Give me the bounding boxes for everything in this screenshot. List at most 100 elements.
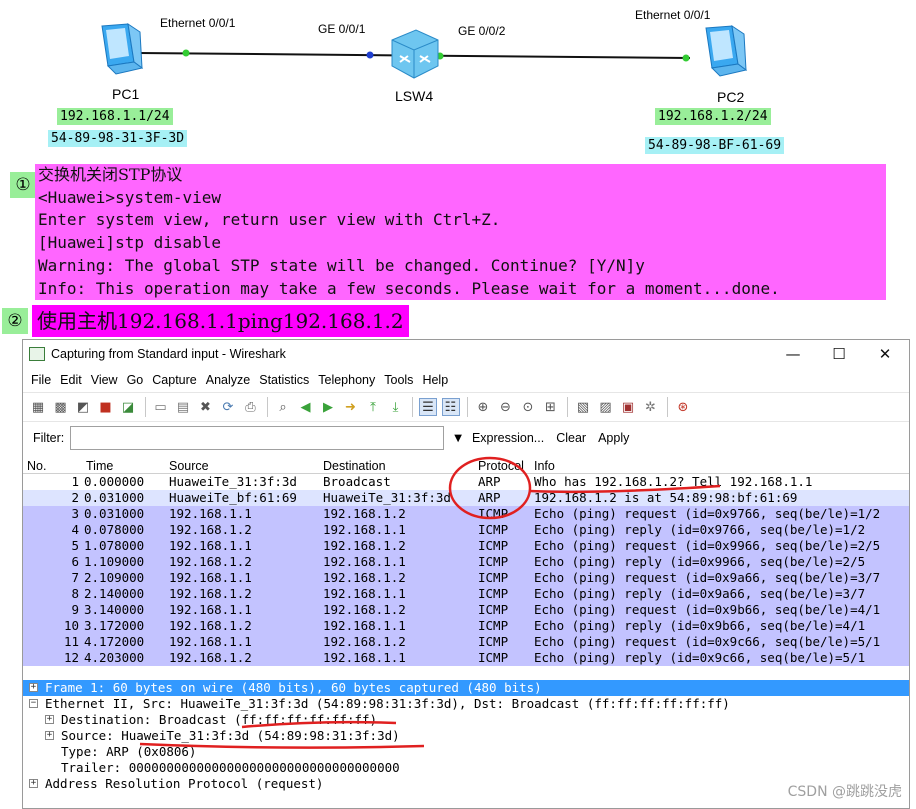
interfaces-icon[interactable]: ▦ (29, 398, 47, 416)
column-destination[interactable]: Destination (323, 459, 386, 473)
help-icon[interactable]: ⊛ (674, 398, 692, 416)
expand-icon[interactable]: + (45, 731, 54, 740)
packet-cell-time: 0.031000 (84, 506, 145, 521)
terminal-line: Info: This operation may take a few seco… (38, 278, 780, 298)
preferences-icon[interactable]: ✲ (642, 398, 660, 416)
maximize-button[interactable]: ☐ (817, 342, 861, 366)
capture-options-icon[interactable]: ▩ (52, 398, 70, 416)
packet-cell-info: Echo (ping) request (id=0x9966, seq(be/l… (534, 538, 881, 553)
packet-row[interactable]: 7 2.109000 192.168.1.1 192.168.1.2 ICMP Echo … (23, 570, 909, 586)
pc2-label: PC2 (717, 89, 745, 105)
packet-row[interactable]: 1 0.000000 HuaweiTe_31:3f:3d Broadcast ARP Wh… (23, 474, 909, 490)
detail-arp[interactable]: + Address Resolution Protocol (request) (23, 776, 909, 792)
packet-cell-source: HuaweiTe_bf:61:69 (169, 490, 297, 505)
menu-help[interactable]: Help (422, 373, 448, 387)
reload-icon[interactable]: ⟳ (219, 398, 237, 416)
column-no[interactable]: No. (27, 459, 46, 473)
pc1-label: PC1 (112, 86, 140, 102)
detail-trailer[interactable]: Trailer: 0000000000000000000000000000000… (23, 760, 909, 776)
packet-cell-source: 192.168.1.2 (169, 554, 252, 569)
chevron-down-icon[interactable]: ▼ (454, 433, 462, 444)
packet-cell-protocol: ICMP (478, 554, 509, 569)
detail-frame[interactable]: + Frame 1: 60 bytes on wire (480 bits), … (23, 680, 909, 696)
save-file-icon[interactable]: ▤ (174, 398, 192, 416)
pc-icon[interactable] (698, 24, 750, 86)
pc2-port-dot (682, 54, 690, 62)
expand-icon[interactable]: + (45, 715, 54, 724)
detail-ethernet[interactable]: − Ethernet II, Src: HuaweiTe_31:3f:3d (5… (23, 696, 909, 712)
packet-cell-no: 1 (71, 474, 79, 489)
packet-cell-protocol: ICMP (478, 506, 509, 521)
menu-go[interactable]: Go (127, 373, 144, 387)
detail-type[interactable]: Type: ARP (0x0806) (23, 744, 909, 760)
filter-input[interactable] (70, 426, 445, 450)
wireshark-app-icon (29, 347, 45, 361)
menu-file[interactable]: File (31, 373, 51, 387)
menu-tools[interactable]: Tools (384, 373, 413, 387)
zoom-in-icon[interactable]: ⊕ (474, 398, 492, 416)
print-icon[interactable]: ⎙ (242, 398, 260, 416)
packet-cell-destination: HuaweiTe_31:3f:3d (323, 490, 451, 505)
pc1-port-dot (182, 49, 190, 57)
packet-cell-destination: 192.168.1.1 (323, 650, 406, 665)
go-back-icon[interactable]: ◀ (297, 398, 315, 416)
expand-icon[interactable]: + (29, 683, 38, 692)
pc-icon[interactable] (94, 22, 146, 84)
detail-destination[interactable]: + Destination: Broadcast (ff:ff:ff:ff:ff… (23, 712, 909, 728)
restart-capture-icon[interactable]: ◪ (119, 398, 137, 416)
packet-cell-no: 3 (71, 506, 79, 521)
go-to-packet-icon[interactable]: ➜ (342, 398, 360, 416)
go-last-icon[interactable]: ⤓ (387, 398, 405, 416)
menu-analyze[interactable]: Analyze (206, 373, 250, 387)
toolbar-separator (412, 397, 413, 417)
colorize-icon[interactable]: ☰ (419, 398, 437, 416)
column-time[interactable]: Time (86, 459, 113, 473)
menu-telephony[interactable]: Telephony (318, 373, 375, 387)
find-packet-icon[interactable]: ⌕ (274, 398, 292, 416)
expression-button[interactable]: Expression... (472, 431, 544, 445)
stop-capture-icon[interactable]: ■ (97, 398, 115, 416)
go-first-icon[interactable]: ⤒ (364, 398, 382, 416)
apply-button[interactable]: Apply (598, 431, 629, 445)
detail-arp-text: Address Resolution Protocol (request) (45, 776, 324, 791)
menu-view[interactable]: View (91, 373, 118, 387)
capture-filters-icon[interactable]: ▧ (574, 398, 592, 416)
close-button[interactable]: ✕ (863, 342, 907, 366)
open-file-icon[interactable]: ▭ (152, 398, 170, 416)
packet-row[interactable]: 11 4.172000 192.168.1.1 192.168.1.2 ICMP Echo… (23, 634, 909, 650)
menu-capture[interactable]: Capture (152, 373, 196, 387)
switch-icon[interactable] (386, 26, 442, 82)
packet-row[interactable]: 9 3.140000 192.168.1.1 192.168.1.2 ICMP Echo … (23, 602, 909, 618)
packet-row[interactable]: 3 0.031000 192.168.1.1 192.168.1.2 ICMP Echo … (23, 506, 909, 522)
detail-source[interactable]: + Source: HuaweiTe_31:3f:3d (54:89:98:31… (23, 728, 909, 744)
detail-ethernet-text: Ethernet II, Src: HuaweiTe_31:3f:3d (54:… (45, 696, 730, 711)
packet-row[interactable]: 2 0.031000 HuaweiTe_bf:61:69 HuaweiTe_31:3f… (23, 490, 909, 506)
packet-row[interactable]: 5 1.078000 192.168.1.1 192.168.1.2 ICMP Echo … (23, 538, 909, 554)
menu-edit[interactable]: Edit (60, 373, 82, 387)
expand-icon[interactable]: + (29, 779, 38, 788)
column-info[interactable]: Info (534, 459, 555, 473)
title-bar[interactable]: Capturing from Standard input - Wireshar… (23, 340, 909, 368)
zoom-out-icon[interactable]: ⊖ (497, 398, 515, 416)
packet-row[interactable]: 10 3.172000 192.168.1.2 192.168.1.1 ICMP Echo… (23, 618, 909, 634)
packet-cell-destination: 192.168.1.1 (323, 586, 406, 601)
column-source[interactable]: Source (169, 459, 209, 473)
go-forward-icon[interactable]: ▶ (319, 398, 337, 416)
packet-row[interactable]: 12 4.203000 192.168.1.2 192.168.1.1 ICMP Echo… (23, 650, 909, 666)
auto-scroll-icon[interactable]: ☷ (441, 398, 460, 416)
resize-columns-icon[interactable]: ⊞ (542, 398, 560, 416)
menu-statistics[interactable]: Statistics (259, 373, 309, 387)
normal-size-icon[interactable]: ⊙ (519, 398, 537, 416)
packet-row[interactable]: 8 2.140000 192.168.1.2 192.168.1.1 ICMP Echo … (23, 586, 909, 602)
column-protocol[interactable]: Protocol (478, 459, 524, 473)
display-filters-icon[interactable]: ▨ (597, 398, 615, 416)
packet-cell-destination: Broadcast (323, 474, 391, 489)
clear-button[interactable]: Clear (556, 431, 586, 445)
minimize-button[interactable]: — (771, 342, 815, 366)
packet-row[interactable]: 4 0.078000 192.168.1.2 192.168.1.1 ICMP Echo … (23, 522, 909, 538)
start-capture-icon[interactable]: ◩ (74, 398, 92, 416)
close-file-icon[interactable]: ✖ (197, 398, 215, 416)
collapse-icon[interactable]: − (29, 699, 38, 708)
coloring-rules-icon[interactable]: ▣ (619, 398, 637, 416)
packet-row[interactable]: 6 1.109000 192.168.1.2 192.168.1.1 ICMP Echo … (23, 554, 909, 570)
